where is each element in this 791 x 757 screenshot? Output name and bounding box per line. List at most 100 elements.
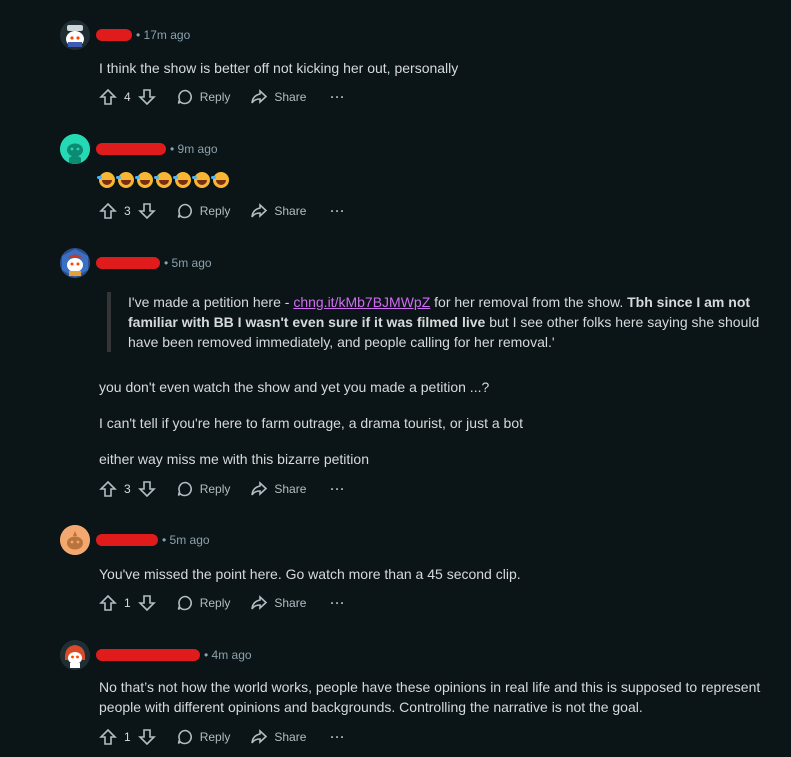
share-icon [251,89,268,104]
share-icon [251,481,268,496]
rolling-laughing-emoji-icon [97,172,115,188]
reply-label: Reply [199,730,231,744]
upvote-icon[interactable] [99,728,117,746]
quote-prefix: I've made a petition here - [128,294,294,310]
more-options-button[interactable]: ··· [330,596,345,610]
comment-text: You've missed the point here. Go watch m… [99,566,521,582]
reply-button[interactable]: Reply [176,728,231,746]
share-button[interactable]: Share [250,202,306,220]
vote-count: 4 [124,90,131,104]
comment-timestamp: • 5m ago [164,256,212,270]
comment-bubble-icon [177,481,192,497]
comment-body: No that’s not how the world works, peopl… [99,677,769,717]
comment-body: either way miss me with this bizarre pet… [99,449,769,469]
comment-bubble-icon [177,203,192,219]
rolling-laughing-emoji-icon [116,172,134,188]
comment-actions: 1 Reply Share ··· [99,725,345,749]
upvote-icon[interactable] [99,202,117,220]
downvote-icon[interactable] [137,728,156,746]
petition-link[interactable]: chng.it/kMb7BJMWpZ [293,294,430,310]
upvote-icon[interactable] [99,480,117,498]
downvote-icon[interactable] [137,594,156,612]
more-options-button[interactable]: ··· [330,730,345,744]
emoji-row [97,172,769,188]
share-label: Share [274,596,307,610]
more-options-button[interactable]: ··· [330,482,345,496]
share-icon [251,203,268,218]
timestamp-text: 9m ago [177,142,218,156]
share-button[interactable]: Share [250,594,306,612]
rolling-laughing-emoji-icon [192,172,210,188]
comment-header: • 4m ago [60,639,252,671]
comment-actions: 3 Reply Share ··· [99,199,345,223]
comment-text: No that’s not how the world works, peopl… [99,679,761,715]
comment-timestamp: • 5m ago [162,533,210,547]
comment-text: I think the show is better off not kicki… [99,60,459,76]
timestamp-text: 17m ago [143,28,191,42]
downvote-icon[interactable] [137,202,156,220]
comment-header: • 17m ago [60,19,190,51]
comment-bubble-icon [177,729,192,745]
comment-timestamp: • 17m ago [136,28,191,42]
share-label: Share [274,730,307,744]
share-label: Share [274,482,307,496]
vote-count: 3 [124,204,131,218]
redacted-username [96,29,132,41]
share-label: Share [274,204,307,218]
rolling-laughing-emoji-icon [211,172,229,188]
quoted-text-block: I've made a petition here - chng.it/kMb7… [107,292,788,352]
comment-header: • 5m ago [60,247,212,279]
reply-button[interactable]: Reply [176,88,231,106]
reply-label: Reply [199,596,231,610]
share-button[interactable]: Share [250,88,306,106]
redacted-username [96,143,166,155]
comment-paragraph: I can't tell if you're here to farm outr… [99,415,523,431]
downvote-icon[interactable] [137,480,156,498]
reply-label: Reply [199,204,231,218]
comment-actions: 1 Reply Share ··· [99,591,345,615]
comment-header: • 9m ago [60,133,218,165]
comment-bubble-icon [177,89,192,105]
comment-body: You've missed the point here. Go watch m… [99,564,769,584]
reply-label: Reply [199,90,231,104]
downvote-icon[interactable] [137,88,156,106]
redacted-username [96,649,200,661]
comment-actions: 4 Reply Share ··· [99,85,345,109]
rolling-laughing-emoji-icon [173,172,191,188]
vote-count: 1 [124,730,131,744]
user-avatar-icon[interactable] [60,134,90,164]
share-button[interactable]: Share [250,480,306,498]
comment-header: • 5m ago [60,524,210,556]
share-label: Share [274,90,307,104]
more-options-button[interactable]: ··· [330,90,345,104]
comment-paragraph: either way miss me with this bizarre pet… [99,451,369,467]
user-avatar-icon[interactable] [60,525,90,555]
comment-body [97,172,769,188]
reply-button[interactable]: Reply [176,202,231,220]
comment-timestamp: • 4m ago [204,648,252,662]
share-icon [251,595,268,610]
reply-button[interactable]: Reply [176,594,231,612]
comment-timestamp: • 9m ago [170,142,218,156]
more-options-button[interactable]: ··· [330,204,345,218]
user-avatar-icon[interactable] [60,248,90,278]
comment-actions: 3 Reply Share ··· [99,477,345,501]
comment-paragraph: you don't even watch the show and yet yo… [99,379,490,395]
share-button[interactable]: Share [250,728,306,746]
timestamp-text: 5m ago [171,256,212,270]
comment-body: I can't tell if you're here to farm outr… [99,413,769,433]
comment-body: you don't even watch the show and yet yo… [99,377,769,397]
timestamp-text: 5m ago [169,533,210,547]
reply-label: Reply [199,482,231,496]
user-avatar-icon[interactable] [60,20,90,50]
user-avatar-icon[interactable] [60,640,90,670]
timestamp-text: 4m ago [211,648,252,662]
vote-count: 1 [124,596,131,610]
comment-body: I think the show is better off not kicki… [99,58,769,78]
quote-middle: for her removal from the show. [430,294,628,310]
rolling-laughing-emoji-icon [135,172,153,188]
reply-button[interactable]: Reply [176,480,231,498]
upvote-icon[interactable] [99,594,117,612]
comment-thread: • 17m ago I think the show is better off… [0,0,791,757]
upvote-icon[interactable] [99,88,117,106]
